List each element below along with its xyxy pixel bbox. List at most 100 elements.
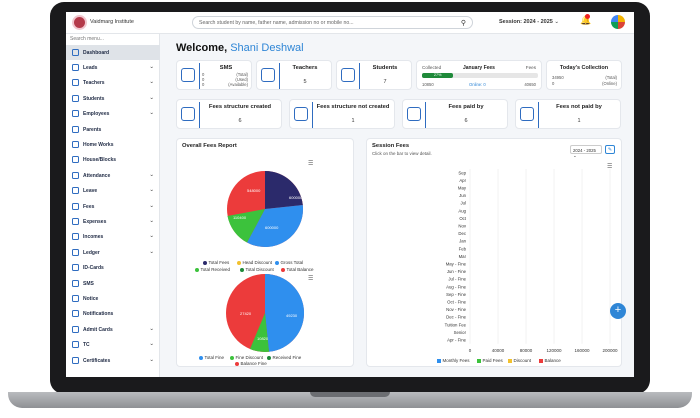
y-tick-label: Apr bbox=[459, 178, 466, 183]
sidebar-item-dashboard[interactable]: Dashboard bbox=[66, 45, 160, 61]
legend-total-received[interactable]: Total Received bbox=[195, 267, 230, 272]
legend-monthly-fees[interactable]: Monthly Fees bbox=[437, 358, 470, 363]
menu-icon bbox=[72, 140, 79, 148]
legend-total-balance[interactable]: Total Balance bbox=[281, 267, 314, 272]
legend-paid-fees[interactable]: Paid Fees bbox=[477, 358, 503, 363]
sidebar-item-teachers[interactable]: Teachers ⌄ bbox=[66, 76, 160, 91]
legend-discount[interactable]: Discount bbox=[508, 358, 531, 363]
sidebar-item-notifications[interactable]: Notifications bbox=[66, 307, 160, 322]
sidebar-item-parents[interactable]: Parents bbox=[66, 122, 160, 137]
students-card[interactable]: Students 7 bbox=[336, 60, 412, 90]
chevron-down-icon[interactable]: ⌄ bbox=[149, 110, 154, 116]
chevron-down-icon[interactable]: ⌄ bbox=[149, 326, 154, 332]
session-fees-year-select[interactable]: 2024 - 2025 ⌄ bbox=[570, 145, 602, 158]
sidebar-item-label: Dashboard bbox=[83, 49, 110, 56]
pie-slice-blue[interactable] bbox=[265, 273, 305, 352]
sidebar-item-id-cards[interactable]: ID-Cards bbox=[66, 261, 160, 276]
sidebar-item-students[interactable]: Students ⌄ bbox=[66, 91, 160, 106]
sidebar-item-incomes[interactable]: Incomes ⌄ bbox=[66, 230, 160, 245]
y-tick-label: Jun bbox=[459, 193, 467, 198]
sidebar-item-fees[interactable]: Fees ⌄ bbox=[66, 199, 160, 214]
sidebar-item-tc[interactable]: TC ⌄ bbox=[66, 338, 160, 353]
legend-total-discount[interactable]: Total Discount bbox=[240, 267, 274, 272]
today-collection-card[interactable]: Today's Collection 34950 (Total) 0 (Onli… bbox=[546, 60, 622, 90]
fine-pie[interactable]: 27420 49230 10820 bbox=[207, 273, 323, 353]
legend-gross-total[interactable]: Gross Total bbox=[275, 260, 303, 265]
chevron-down-icon[interactable]: ⌄ bbox=[149, 341, 154, 347]
sidebar-item-admit-cards[interactable]: Admit Cards ⌄ bbox=[66, 322, 160, 337]
menu-icon bbox=[72, 125, 79, 133]
sidebar-item-expenses[interactable]: Expenses ⌄ bbox=[66, 214, 160, 229]
overall-fees-pie[interactable]: 548000 600000 110400 600000 bbox=[207, 159, 323, 255]
legend-total-fine[interactable]: Total Fine bbox=[199, 355, 224, 360]
session-fees-bar-chart[interactable]: 0 40000 80000 120000 160000 200000 Sep Apr May Ju… bbox=[367, 169, 623, 359]
teachers-card[interactable]: Teachers 5 bbox=[256, 60, 332, 90]
legend-fine-discount[interactable]: Fine Discount bbox=[230, 355, 263, 360]
sidebar-item-label: Ledger bbox=[83, 249, 100, 256]
legend-received-fine[interactable]: Received Fine bbox=[267, 355, 301, 360]
sidebar-item-label: Parents bbox=[83, 126, 102, 133]
pie-slice-navy[interactable] bbox=[265, 171, 303, 209]
notification-badge bbox=[585, 14, 590, 19]
fees-structure-not-created-card[interactable]: Fees structure not created 1 bbox=[289, 99, 395, 129]
avatar[interactable] bbox=[611, 15, 625, 29]
fees-paid-by-card[interactable]: Fees paid by 6 bbox=[402, 99, 508, 129]
y-tick-label: Mar bbox=[459, 254, 467, 259]
laptop-notch bbox=[310, 392, 390, 397]
chevron-down-icon[interactable]: ⌄ bbox=[149, 95, 154, 101]
menu-icon bbox=[72, 294, 79, 302]
menu-icon bbox=[72, 187, 79, 195]
y-tick-label: Jul - Fine bbox=[448, 277, 466, 282]
sidebar-item-notice[interactable]: Notice bbox=[66, 291, 160, 306]
chevron-down-icon[interactable]: ⌄ bbox=[149, 79, 154, 85]
x-tick-label: 40000 bbox=[492, 348, 505, 353]
legend-balance[interactable]: Balance bbox=[539, 358, 561, 363]
chevron-down-icon[interactable]: ⌄ bbox=[149, 64, 154, 70]
sidebar-item-sms[interactable]: SMS bbox=[66, 276, 160, 291]
app-screen: Vaidmarg Institute Search student by nam… bbox=[66, 12, 634, 377]
menu-icon bbox=[72, 248, 79, 256]
edit-icon[interactable]: ✎ bbox=[605, 145, 615, 154]
sms-card[interactable]: SMS 0 0 0 (Total) (Used) (Available) bbox=[176, 60, 252, 90]
chevron-down-icon[interactable]: ⌄ bbox=[149, 249, 154, 255]
session-selector[interactable]: Session: 2024 - 2025 ⌄ bbox=[499, 19, 559, 25]
menu-icon bbox=[72, 63, 79, 71]
y-tick-label: Nov - Fine bbox=[446, 307, 466, 312]
student-search-input[interactable]: Search student by name, father name, adm… bbox=[192, 16, 473, 29]
sidebar-item-label: Notifications bbox=[83, 311, 114, 318]
y-tick-label: May bbox=[458, 186, 467, 191]
sidebar-item-label: Leave bbox=[83, 188, 98, 195]
legend-head-discount[interactable]: Head Discount bbox=[237, 260, 272, 265]
search-icon[interactable]: ⚲ bbox=[461, 19, 466, 27]
fees-not-paid-by-card[interactable]: Fees not paid by 1 bbox=[515, 99, 621, 129]
sidebar-item-attendance[interactable]: Attendance ⌄ bbox=[66, 168, 160, 183]
sidebar-item-certificates[interactable]: Certificates ⌄ bbox=[66, 353, 160, 368]
session-fees-subtitle: Click on the bar to view detail. bbox=[372, 151, 432, 156]
chevron-down-icon[interactable]: ⌄ bbox=[149, 172, 154, 178]
y-tick-label: Oct - Fine bbox=[447, 300, 466, 305]
legend-balance-fine[interactable]: Balance Fine bbox=[235, 361, 267, 366]
x-tick-label: 200000 bbox=[602, 348, 618, 353]
fees-structure-created-card[interactable]: Fees structure created 6 bbox=[176, 99, 282, 129]
sidebar-item-ledger[interactable]: Ledger ⌄ bbox=[66, 245, 160, 260]
menu-icon bbox=[72, 156, 79, 164]
sidebar-item-employees[interactable]: Employees ⌄ bbox=[66, 107, 160, 122]
sidebar-item-label: TC bbox=[83, 342, 90, 349]
chevron-down-icon[interactable]: ⌄ bbox=[149, 187, 154, 193]
search-placeholder: Search student by name, father name, adm… bbox=[199, 20, 354, 26]
y-tick-label: May - Fine bbox=[446, 262, 467, 267]
menu-icon bbox=[72, 325, 79, 333]
sidebar-item-label: Fees bbox=[83, 203, 95, 210]
chevron-down-icon[interactable]: ⌄ bbox=[149, 203, 154, 209]
chevron-down-icon[interactable]: ⌄ bbox=[149, 357, 154, 363]
sidebar-item-leads[interactable]: Leads ⌄ bbox=[66, 60, 160, 75]
chevron-down-icon[interactable]: ⌄ bbox=[149, 233, 154, 239]
legend-total-fees[interactable]: Total Fees bbox=[203, 260, 229, 265]
sidebar-item-house-blocks[interactable]: House/Blocks bbox=[66, 153, 160, 168]
sidebar-item-leave[interactable]: Leave ⌄ bbox=[66, 184, 160, 199]
menu-search-input[interactable]: Search menu... bbox=[70, 36, 104, 42]
chevron-down-icon[interactable]: ⌄ bbox=[149, 218, 154, 224]
sidebar-item-home-works[interactable]: Home Works bbox=[66, 137, 160, 152]
add-button[interactable]: + bbox=[610, 303, 626, 319]
monthly-fees-card[interactable]: Collected January Fees Fees 27% 10850 On… bbox=[416, 60, 542, 90]
